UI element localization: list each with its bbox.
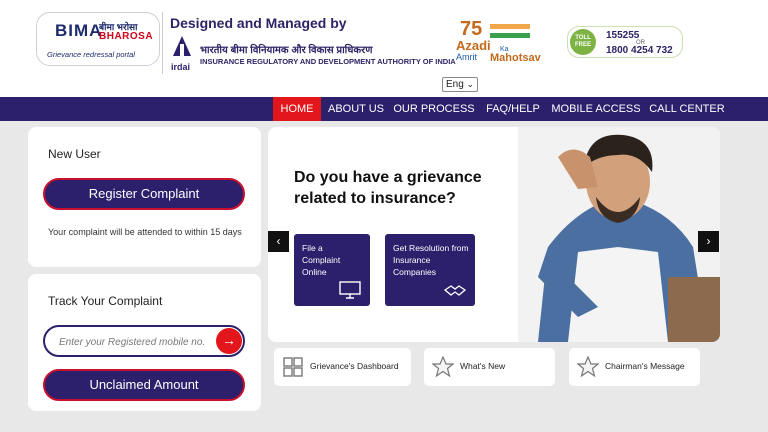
bima-bharosa-logo[interactable]: BIMA बीमा भरोसा BHAROSA Grievance redres… <box>36 12 160 66</box>
language-select[interactable]: Eng ⌄ <box>442 77 478 92</box>
nav-call-center[interactable]: CALL CENTER <box>648 97 726 121</box>
nav-faq-help[interactable]: FAQ/HELP <box>483 97 543 121</box>
star-icon <box>432 356 454 378</box>
file-complaint-label: File a Complaint Online <box>302 243 341 277</box>
file-complaint-tile[interactable]: File a Complaint Online <box>294 234 370 306</box>
get-resolution-tile[interactable]: Get Resolution from Insurance Companies <box>385 234 475 306</box>
irdai-english-name: INSURANCE REGULATORY AND DEVELOPMENT AUT… <box>200 57 456 66</box>
azadi-word: Azadi <box>456 38 491 53</box>
grievance-dashboard-label: Grievance's Dashboard <box>310 361 399 371</box>
track-title: Track Your Complaint <box>48 294 163 308</box>
tollfree-number-2: 1800 4254 732 <box>606 45 673 56</box>
carousel-next-button[interactable]: › <box>698 231 719 252</box>
hero-banner: Do you have a grievance related to insur… <box>268 127 720 342</box>
whats-new-label: What's New <box>460 361 506 371</box>
header-divider <box>162 12 163 74</box>
whats-new-link[interactable]: What's New <box>424 348 555 386</box>
logo-bharosa: BHAROSA <box>99 31 154 42</box>
star-icon <box>577 356 599 378</box>
banner-heading: Do you have a grievance related to insur… <box>294 169 482 207</box>
track-complaint-card: Track Your Complaint → Unclaimed Amount <box>28 274 261 411</box>
carousel-prev-button[interactable]: ‹ <box>268 231 289 252</box>
nav-about-us[interactable]: ABOUT US <box>326 97 386 121</box>
flag-icon <box>490 24 530 38</box>
chairmans-message-link[interactable]: Chairman's Message <box>569 348 700 386</box>
mahotsav-word: Mahotsav <box>490 52 541 64</box>
arrow-right-icon[interactable]: → <box>216 328 242 354</box>
grievance-dashboard-link[interactable]: Grievance's Dashboard <box>274 348 411 386</box>
computer-icon <box>339 281 361 299</box>
main-content: New User Register Complaint Your complai… <box>0 121 768 432</box>
chevron-down-icon: ⌄ <box>466 79 474 89</box>
irdai-short-label: irdai <box>171 62 190 72</box>
mobile-number-field[interactable]: → <box>43 325 245 357</box>
register-complaint-button[interactable]: Register Complaint <box>43 178 245 210</box>
new-user-card: New User Register Complaint Your complai… <box>28 127 261 267</box>
amrit-word: Amrit <box>456 52 477 62</box>
irdai-hindi-name: भारतीय बीमा विनियामक और विकास प्राधिकरण <box>200 45 373 56</box>
nav-our-process[interactable]: OUR PROCESS <box>393 97 475 121</box>
stressed-man-illustration <box>518 127 720 342</box>
site-header: BIMA बीमा भरोसा BHAROSA Grievance redres… <box>0 0 768 97</box>
logo-tagline: Grievance redressal portal <box>47 50 135 59</box>
designed-by-text: Designed and Managed by <box>170 15 347 31</box>
azadi-ka-amrit-mahotsav-logo: 75 Azadi Amrit Ka Mahotsav <box>456 18 552 68</box>
handshake-icon <box>443 285 467 296</box>
dashboard-icon <box>283 357 303 377</box>
chairmans-message-label: Chairman's Message <box>605 361 685 371</box>
logo-word: BIMA <box>55 21 103 40</box>
phone-icon: TOLL FREE <box>570 29 596 55</box>
tollfree-box: TOLL FREE 155255 OR 1800 4254 732 <box>567 26 683 58</box>
unclaimed-amount-button[interactable]: Unclaimed Amount <box>43 369 245 401</box>
mobile-number-input[interactable] <box>59 333 209 351</box>
get-resolution-label: Get Resolution from Insurance Companies <box>393 243 469 277</box>
nav-mobile-access[interactable]: MOBILE ACCESS <box>551 97 641 121</box>
new-user-title: New User <box>48 147 101 161</box>
tollfree-number-1: 155255 <box>606 30 640 41</box>
language-value: Eng <box>446 79 464 90</box>
irdai-logo-icon: irdai <box>171 36 191 72</box>
nav-home[interactable]: HOME <box>273 97 321 121</box>
complaint-note: Your complaint will be attended to withi… <box>48 227 242 237</box>
main-nav: HOME ABOUT US OUR PROCESS FAQ/HELP MOBIL… <box>0 97 768 121</box>
